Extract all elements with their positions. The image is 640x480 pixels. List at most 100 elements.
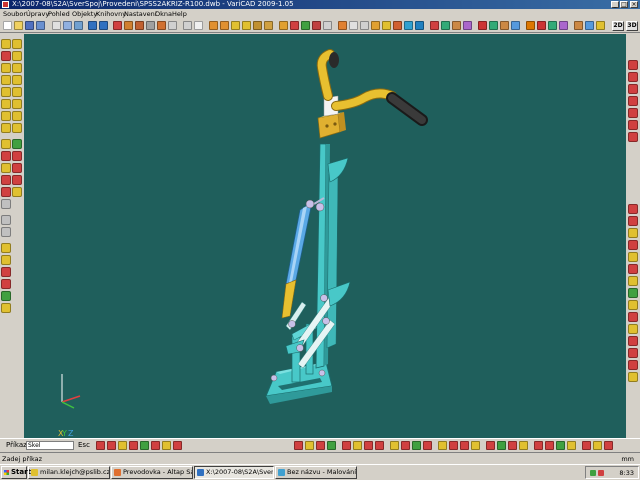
nut-icon[interactable] [1, 279, 11, 289]
cmd-tool-13-icon[interactable] [438, 441, 447, 450]
antivirus-icon[interactable] [598, 470, 604, 476]
r-tool-15-icon[interactable] [628, 288, 638, 298]
cmd-tool-24-icon[interactable] [567, 441, 576, 450]
snap-icon[interactable] [312, 21, 321, 30]
snap-7-icon[interactable] [162, 441, 171, 450]
info-icon[interactable] [290, 21, 299, 30]
pan-icon[interactable] [253, 21, 262, 30]
r-tool-9-icon[interactable] [628, 216, 638, 226]
start-button[interactable]: Start [1, 466, 31, 479]
sweep-icon[interactable] [12, 99, 22, 109]
task-paint[interactable]: Bez názvu - Malování [275, 466, 357, 479]
cmd-tool-14-icon[interactable] [449, 441, 458, 450]
minimize-button[interactable]: _ [611, 1, 619, 8]
snap-3-icon[interactable] [118, 441, 127, 450]
tool-l-icon[interactable] [559, 21, 568, 30]
r-tool-5-icon[interactable] [628, 108, 638, 118]
cmd-tool-9-icon[interactable] [390, 441, 399, 450]
cmd-tool-21-icon[interactable] [534, 441, 543, 450]
select-icon[interactable] [124, 21, 133, 30]
r-tool-10-icon[interactable] [628, 228, 638, 238]
cut-icon[interactable] [12, 187, 22, 197]
pipe-icon[interactable] [1, 111, 11, 121]
r-tool-11-icon[interactable] [628, 240, 638, 250]
redraw-icon[interactable] [264, 21, 273, 30]
menu-help[interactable]: Help [172, 10, 187, 18]
groove-icon[interactable] [12, 175, 22, 185]
hole-icon[interactable] [1, 175, 11, 185]
maximize-button[interactable]: □ [620, 1, 628, 8]
menu-soubor[interactable]: Soubor [3, 10, 26, 18]
r-tool-2-icon[interactable] [628, 72, 638, 82]
task-salamander[interactable]: Prevodovka - Altap Sala... [111, 466, 193, 479]
snap-2-icon[interactable] [107, 441, 116, 450]
measure-icon[interactable] [279, 21, 288, 30]
move-icon[interactable] [135, 21, 144, 30]
assembly-icon[interactable] [1, 243, 11, 253]
tool-f-icon[interactable] [489, 21, 498, 30]
new-file-icon[interactable] [3, 21, 12, 30]
cmd-tool-8-icon[interactable] [375, 441, 384, 450]
hatch-icon[interactable] [323, 21, 332, 30]
tool-j-icon[interactable] [537, 21, 546, 30]
shade-icon[interactable] [393, 21, 402, 30]
r-tool-22-icon[interactable] [628, 372, 638, 382]
tool-a-icon[interactable] [430, 21, 439, 30]
view-side-icon[interactable] [360, 21, 369, 30]
wedge-icon[interactable] [1, 75, 11, 85]
view-iso-icon[interactable] [371, 21, 380, 30]
print-icon[interactable] [52, 21, 61, 30]
layer-icon[interactable] [183, 21, 192, 30]
extrude-icon[interactable] [1, 87, 11, 97]
cmd-tool-11-icon[interactable] [412, 441, 421, 450]
3d-viewport[interactable]: X Y Z [24, 34, 626, 438]
cmd-tool-16-icon[interactable] [471, 441, 480, 450]
r-tool-4-icon[interactable] [628, 96, 638, 106]
washer-icon[interactable] [1, 291, 11, 301]
menu-okna[interactable]: Okna [155, 10, 172, 18]
snap-1-icon[interactable] [96, 441, 105, 450]
task-varicad[interactable]: X:\2007-08\S2A\Sver... [194, 466, 274, 479]
r-tool-12-icon[interactable] [628, 252, 638, 262]
view-box-icon[interactable] [194, 21, 203, 30]
cmd-tool-1-icon[interactable] [294, 441, 303, 450]
torus-icon[interactable] [1, 63, 11, 73]
cmd-tool-23-icon[interactable] [556, 441, 565, 450]
cmd-tool-10-icon[interactable] [401, 441, 410, 450]
helix-icon[interactable] [1, 123, 11, 133]
preview-icon[interactable] [63, 21, 72, 30]
menu-knihovny[interactable]: Knihovny [96, 10, 126, 18]
boolean-icon[interactable] [1, 139, 11, 149]
spring-icon[interactable] [12, 111, 22, 121]
r-tool-8-icon[interactable] [628, 204, 638, 214]
split-icon[interactable] [1, 199, 11, 209]
tool-d-icon[interactable] [463, 21, 472, 30]
copy-icon[interactable] [146, 21, 155, 30]
fillet-icon[interactable] [1, 163, 11, 173]
tool-c-icon[interactable] [452, 21, 461, 30]
intersect-icon[interactable] [12, 151, 22, 161]
tool-k-icon[interactable] [548, 21, 557, 30]
cone-icon[interactable] [1, 51, 11, 61]
cmd-tool-27-icon[interactable] [604, 441, 613, 450]
snap-6-icon[interactable] [151, 441, 160, 450]
menu-upravy[interactable]: Úpravy [26, 10, 49, 18]
r-tool-16-icon[interactable] [628, 300, 638, 310]
esc-button[interactable]: Esc [78, 441, 90, 449]
grid-icon[interactable] [301, 21, 310, 30]
cmd-tool-20-icon[interactable] [519, 441, 528, 450]
command-input[interactable]: Skel [26, 441, 74, 450]
cmd-tool-18-icon[interactable] [497, 441, 506, 450]
zoom-window-icon[interactable] [242, 21, 251, 30]
zoom-out-icon[interactable] [220, 21, 229, 30]
undo-icon[interactable] [88, 21, 97, 30]
tool-h-icon[interactable] [511, 21, 520, 30]
view-2d-button[interactable]: 2D [612, 21, 624, 31]
bolt-icon[interactable] [1, 267, 11, 277]
prism-icon[interactable] [12, 75, 22, 85]
tool-i-icon[interactable] [526, 21, 535, 30]
r-tool-7-icon[interactable] [628, 132, 638, 142]
tool-g-icon[interactable] [500, 21, 509, 30]
network-icon[interactable] [590, 470, 596, 476]
cmd-tool-17-icon[interactable] [486, 441, 495, 450]
